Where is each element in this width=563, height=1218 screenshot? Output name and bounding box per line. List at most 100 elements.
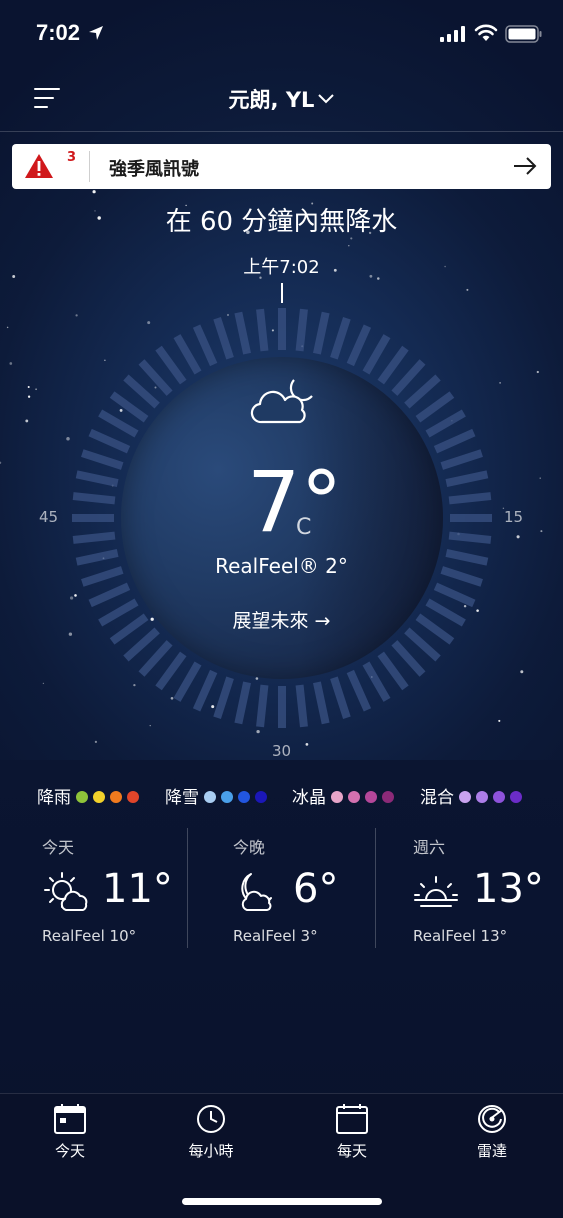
legend-dot <box>331 791 343 803</box>
star <box>27 395 31 398</box>
dial-tick <box>391 640 426 677</box>
cellular-signal-icon <box>440 26 465 42</box>
status-bar: 7:02 <box>0 0 563 66</box>
status-time: 7:02 <box>36 20 81 45</box>
dial-tick <box>98 409 139 438</box>
dial-tick <box>123 627 160 662</box>
dial-tick <box>346 669 372 712</box>
weather-alert-banner[interactable]: 3 強季風訊號 <box>12 144 551 189</box>
star <box>6 326 9 329</box>
star <box>540 530 543 533</box>
dial-tick <box>448 492 492 505</box>
forecast-cards: 今天 11° RealFeel 10° 今晚 6° RealFeel 3° 週六 <box>0 828 563 948</box>
star <box>516 535 520 539</box>
legend-dot <box>221 791 233 803</box>
star <box>42 682 45 685</box>
dial-tick <box>213 317 234 360</box>
legend-rain: 降雨 <box>37 783 139 808</box>
chevron-down-icon <box>318 94 335 104</box>
card-divider <box>187 828 188 948</box>
moon-cloud-icon <box>241 873 272 911</box>
star <box>536 370 539 374</box>
star <box>27 385 30 389</box>
home-indicator[interactable] <box>182 1198 382 1205</box>
tab-radar[interactable]: 雷達 <box>442 1104 542 1161</box>
forecast-card-today[interactable]: 今天 11° RealFeel 10° <box>42 828 173 948</box>
tab-label: 雷達 <box>476 1142 507 1160</box>
dial-tick <box>346 324 372 367</box>
dial-tick <box>377 345 409 385</box>
outlook-link[interactable]: 展望未來 → <box>0 606 563 633</box>
star <box>35 388 37 391</box>
legend-dot <box>93 791 105 803</box>
dial-tick <box>72 492 116 505</box>
legend-ice: 冰晶 <box>292 783 394 808</box>
legend-dot <box>365 791 377 803</box>
legend-label: 降雪 <box>165 788 199 808</box>
current-temperature: 7° <box>247 453 343 551</box>
precipitation-legend: 降雨 降雪 冰晶 混合 <box>37 783 537 808</box>
tab-hourly[interactable]: 每小時 <box>161 1104 261 1161</box>
dial-tick <box>425 409 466 438</box>
dial-tick <box>362 661 391 702</box>
dial-tick <box>192 669 218 712</box>
dial-tick <box>138 640 173 677</box>
legend-dot <box>382 791 394 803</box>
star <box>539 477 541 479</box>
dial-tick <box>415 391 455 423</box>
alert-divider <box>89 151 90 182</box>
dial-tick <box>81 449 124 470</box>
legend-label: 冰晶 <box>292 788 326 808</box>
legend-label: 降雨 <box>37 788 71 808</box>
dial-label-45: 45 <box>39 508 59 526</box>
tab-today[interactable]: 今天 <box>20 1104 120 1161</box>
dial-tick <box>404 627 441 662</box>
tab-daily[interactable]: 每天 <box>302 1104 402 1161</box>
dial-tick <box>391 359 426 396</box>
dial-tick <box>123 374 160 409</box>
star <box>305 743 309 746</box>
dial-label-30: 30 <box>272 742 292 760</box>
dial-tick <box>295 308 308 352</box>
forecast-card-tonight[interactable]: 今晚 6° RealFeel 3° <box>233 828 363 948</box>
tab-label: 每小時 <box>188 1142 234 1160</box>
dial-tick <box>433 582 476 608</box>
calendar-icon <box>336 1104 368 1134</box>
forecast-card-saturday[interactable]: 週六 13° RealFeel 13° <box>413 828 544 948</box>
dial-tick <box>362 334 391 375</box>
star <box>0 461 2 464</box>
legend-dot <box>493 791 505 803</box>
card-divider <box>375 828 376 948</box>
legend-dot <box>127 791 139 803</box>
legend-label: 混合 <box>420 788 454 808</box>
alert-count-badge: 3 <box>67 150 77 165</box>
dial-tick <box>313 681 330 725</box>
moon-cloud-icon <box>250 379 313 424</box>
minutecast-summary: 在 60 分鐘內無降水 <box>165 207 398 237</box>
legend-dot <box>238 791 250 803</box>
card-temperature: 6° <box>293 866 339 912</box>
sun-cloud-icon <box>44 872 88 911</box>
dial-tick <box>433 428 476 454</box>
card-temperature: 11° <box>102 866 173 912</box>
star <box>25 419 29 423</box>
dial-tick <box>234 311 251 355</box>
temperature-unit: C <box>296 515 312 540</box>
wifi-icon <box>474 24 498 41</box>
legend-dot <box>255 791 267 803</box>
dial-tick <box>330 676 351 719</box>
star <box>9 362 13 365</box>
location-selector[interactable]: 元朗, YL <box>0 84 563 114</box>
warning-triangle-icon <box>25 154 53 178</box>
card-realfeel: RealFeel 3° <box>233 927 318 945</box>
card-realfeel: RealFeel 13° <box>413 927 508 945</box>
dial-tick <box>75 470 119 487</box>
legend-dot <box>510 791 522 803</box>
dial-tick <box>295 684 308 728</box>
legend-mix: 混合 <box>420 783 522 808</box>
dial-tick <box>330 317 351 360</box>
card-title: 今晚 <box>233 838 266 857</box>
dial-tick <box>377 651 409 691</box>
calendar-day-icon <box>54 1104 86 1134</box>
dial-label-15: 15 <box>504 508 524 526</box>
